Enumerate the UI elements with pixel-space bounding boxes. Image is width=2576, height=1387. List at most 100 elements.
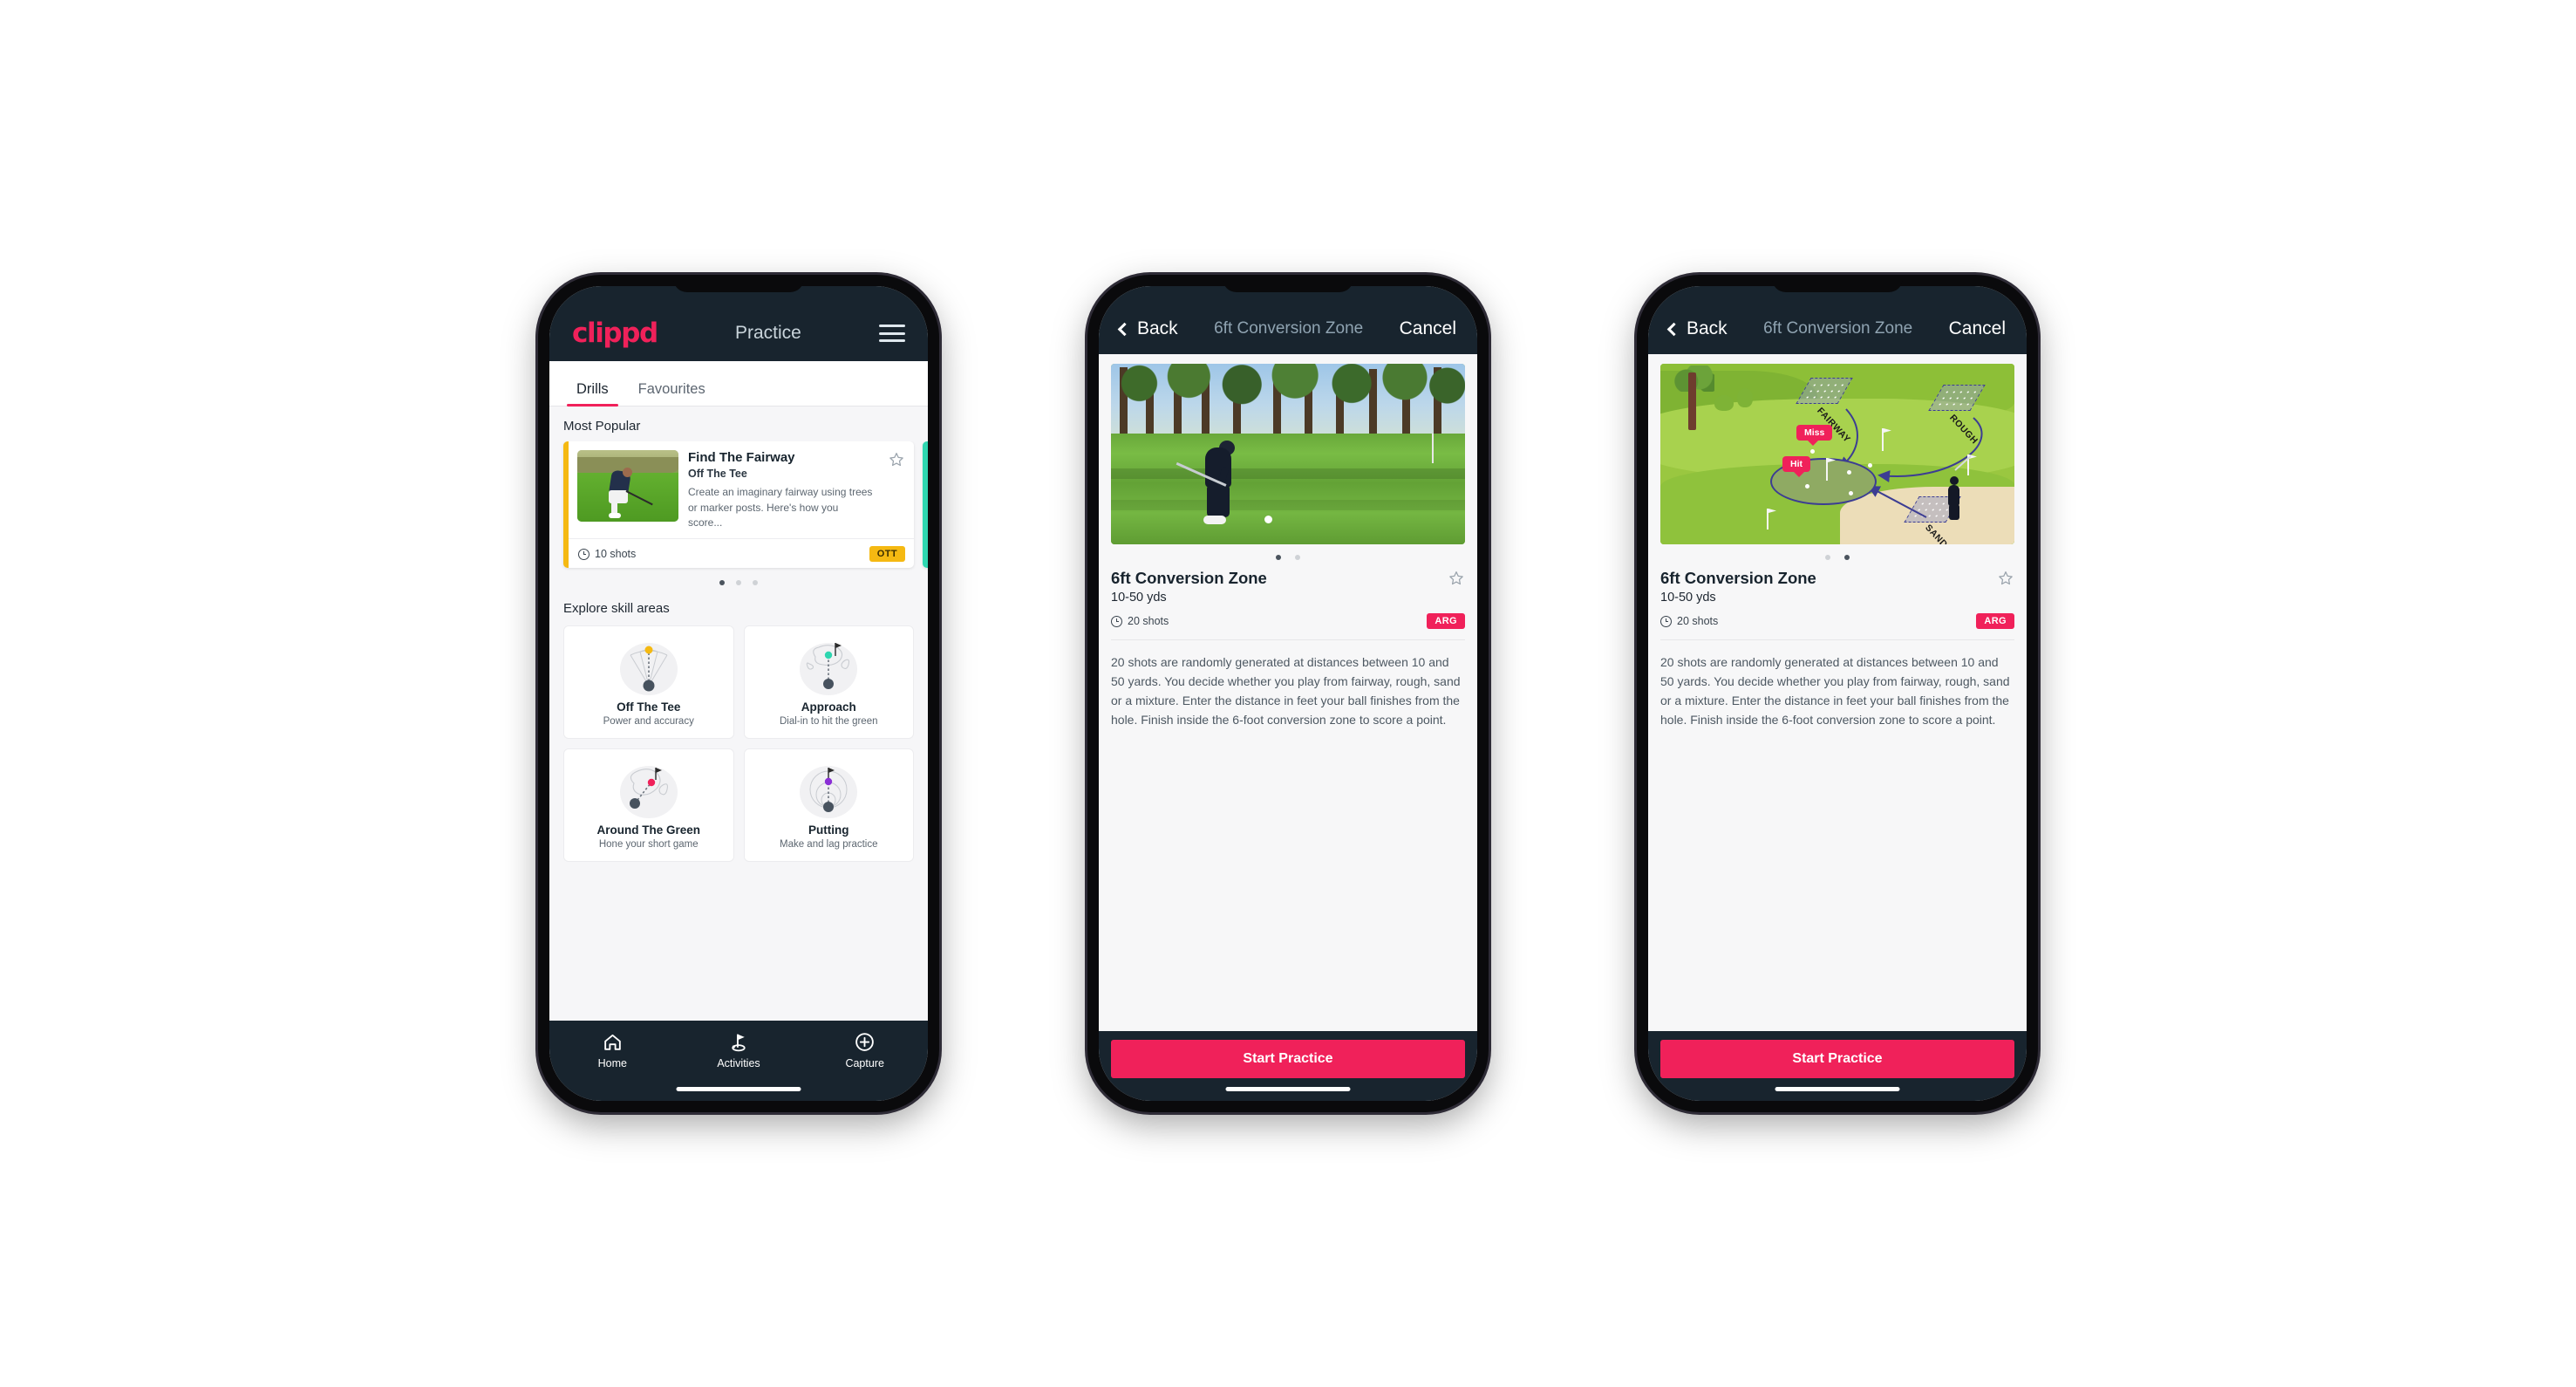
star-outline-icon[interactable]	[1997, 570, 2014, 587]
drill-card[interactable]: Find The Fairway Off The Tee Create an i…	[563, 441, 914, 568]
drill-title: Find The Fairway	[688, 450, 795, 465]
marker-hit: Hit	[1782, 456, 1810, 477]
skill-tile-around-the-green[interactable]: Around The Green Hone your short game	[563, 748, 734, 862]
app-header: clippd Practice	[549, 286, 928, 361]
phone-notch	[1772, 275, 1903, 292]
cancel-button[interactable]: Cancel	[1949, 318, 2006, 339]
drill-shots-label: 10 shots	[595, 548, 637, 561]
skill-area-grid: Off The Tee Power and accuracy Approach …	[549, 624, 928, 862]
skill-tile-name: Around The Green	[596, 823, 700, 837]
nav-item-capture[interactable]: Capture	[801, 1031, 928, 1069]
drill-badge-ott: OTT	[869, 546, 905, 563]
drill-hero-diagram[interactable]: FAIRWAY ROUGH SAND Miss Hit	[1660, 364, 2014, 544]
hamburger-menu-icon[interactable]	[879, 325, 905, 342]
back-button[interactable]: Back	[1666, 318, 1728, 339]
nav-item-home[interactable]: Home	[549, 1031, 676, 1069]
drill-thumbnail	[577, 450, 678, 522]
cta-container: Start Practice	[1648, 1031, 2027, 1101]
drill-carousel[interactable]: Find The Fairway Off The Tee Create an i…	[549, 441, 928, 571]
hero-dot-1[interactable]	[1276, 555, 1281, 560]
phone-practice-list: clippd Practice Drills Favourites Most P…	[538, 275, 939, 1112]
skill-tile-desc: Hone your short game	[598, 839, 699, 850]
detail-description: 20 shots are randomly generated at dista…	[1111, 655, 1461, 728]
plus-circle-icon	[855, 1033, 874, 1051]
screen-drill-detail-diagram: Back 6ft Conversion Zone Cancel FAIRWAY …	[1648, 286, 2027, 1101]
nav-header: Back 6ft Conversion Zone Cancel	[1648, 286, 2027, 354]
detail-meta: 20 shots ARG	[1660, 613, 2014, 629]
detail-header: 6ft Conversion Zone 10-50 yds	[1111, 569, 1465, 605]
golfer-figure	[1941, 455, 1972, 522]
detail-description: 20 shots are randomly generated at dista…	[1660, 655, 2010, 728]
carousel-dot-1[interactable]	[719, 580, 725, 585]
start-practice-button[interactable]: Start Practice	[1660, 1040, 2014, 1078]
skill-tile-putting[interactable]: Putting Make and lag practice	[743, 748, 914, 862]
carousel-dots	[549, 571, 928, 589]
detail-shots: 20 shots	[1660, 615, 1718, 627]
skill-tile-name: Off The Tee	[617, 700, 681, 714]
back-label: Back	[1687, 318, 1728, 338]
hero-dot-1[interactable]	[1825, 555, 1830, 560]
bottom-navigation: Home Activities Capture	[549, 1021, 928, 1101]
drill-shots: 10 shots	[578, 548, 636, 560]
detail-header: 6ft Conversion Zone 10-50 yds	[1660, 569, 2014, 605]
carousel-dot-2[interactable]	[736, 580, 741, 585]
phone-drill-detail-diagram: Back 6ft Conversion Zone Cancel FAIRWAY …	[1637, 275, 2038, 1112]
drill-card-text: Find The Fairway Off The Tee Create an i…	[688, 450, 878, 531]
clock-icon	[578, 548, 589, 560]
clock-icon	[1660, 615, 1672, 627]
detail-meta: 20 shots ARG	[1111, 613, 1465, 629]
skill-tile-off-the-tee[interactable]: Off The Tee Power and accuracy	[563, 625, 734, 739]
skill-tile-approach[interactable]: Approach Dial-in to hit the green	[743, 625, 914, 739]
tab-bar: Drills Favourites	[549, 361, 928, 407]
section-most-popular-label: Most Popular	[563, 419, 641, 434]
hero-dot-2[interactable]	[1295, 555, 1300, 560]
skill-tile-desc: Dial-in to hit the green	[779, 716, 878, 727]
detail-title: 6ft Conversion Zone	[1111, 569, 1267, 587]
star-outline-icon[interactable]	[1448, 570, 1465, 587]
tab-favourites[interactable]: Favourites	[624, 381, 720, 406]
nav-label-home: Home	[597, 1057, 627, 1069]
phone-notch	[673, 275, 804, 292]
screenshot-stage: clippd Practice Drills Favourites Most P…	[0, 0, 2576, 1387]
tab-drills[interactable]: Drills	[562, 381, 624, 407]
detail-badge-arg: ARG	[1427, 613, 1465, 629]
drill-description: Create an imaginary fairway using trees …	[688, 486, 873, 530]
detail-content: 6ft Conversion Zone 10-50 yds 20 shots A…	[1099, 354, 1477, 1031]
detail-title: 6ft Conversion Zone	[1660, 569, 1816, 587]
home-indicator	[1775, 1087, 1900, 1091]
chip-green-icon	[569, 759, 728, 823]
drill-hero-photo[interactable]	[1111, 364, 1465, 544]
nav-title: 6ft Conversion Zone	[1763, 319, 1913, 338]
back-button[interactable]: Back	[1117, 318, 1178, 339]
carousel-dot-3[interactable]	[753, 580, 758, 585]
nav-item-activities[interactable]: Activities	[676, 1031, 802, 1069]
hero-dot-2[interactable]	[1844, 555, 1850, 560]
drill-category: Off The Tee	[688, 468, 747, 480]
nav-label-activities: Activities	[717, 1057, 760, 1069]
back-label: Back	[1137, 318, 1178, 338]
detail-shots: 20 shots	[1111, 615, 1169, 627]
clippd-logo: clippd	[572, 318, 658, 349]
phone-notch	[1223, 275, 1353, 292]
skill-tile-desc: Make and lag practice	[779, 839, 878, 850]
cancel-button[interactable]: Cancel	[1400, 318, 1456, 339]
pin-flag-target	[1826, 458, 1828, 481]
skill-tile-name: Putting	[808, 823, 849, 837]
skill-tile-name: Approach	[801, 700, 856, 714]
start-practice-button[interactable]: Start Practice	[1111, 1040, 1465, 1078]
detail-content: FAIRWAY ROUGH SAND Miss Hit 6ft Conversi…	[1648, 354, 2027, 1031]
nav-label-capture: Capture	[845, 1057, 884, 1069]
detail-badge-arg: ARG	[1976, 613, 2014, 629]
cta-container: Start Practice	[1099, 1031, 1477, 1101]
page-title: Practice	[734, 323, 801, 343]
approach-green-icon	[750, 636, 909, 700]
detail-shots-label: 20 shots	[1677, 615, 1719, 627]
nav-header: Back 6ft Conversion Zone Cancel	[1099, 286, 1477, 354]
star-outline-icon[interactable]	[888, 451, 905, 468]
detail-divider	[1111, 639, 1465, 640]
marker-miss: Miss	[1796, 425, 1833, 446]
drill-card-footer: 10 shots OTT	[569, 537, 914, 568]
drill-card-next-peek[interactable]	[923, 441, 928, 568]
home-indicator	[676, 1087, 801, 1091]
home-indicator	[1225, 1087, 1351, 1091]
